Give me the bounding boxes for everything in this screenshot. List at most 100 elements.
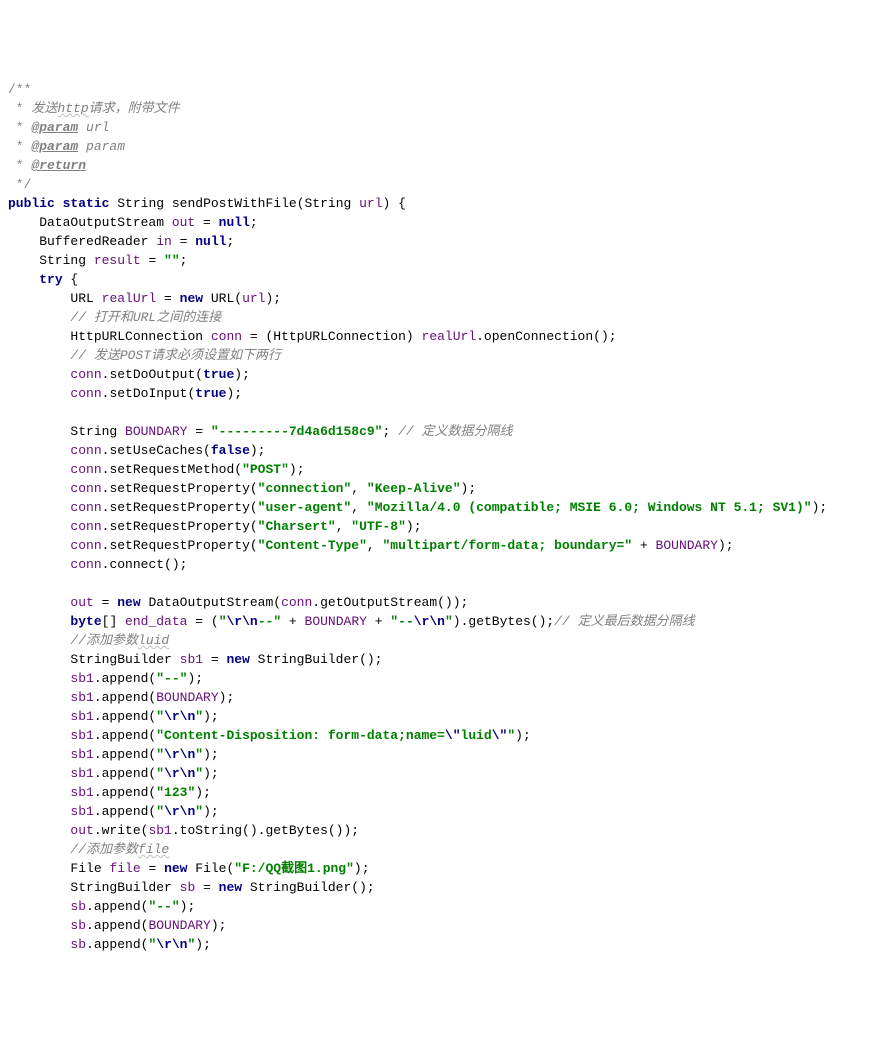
indent xyxy=(8,462,70,477)
var-sb1: sb1 xyxy=(148,823,171,838)
javadoc-star: * xyxy=(8,158,31,173)
javadoc-star: * xyxy=(8,120,31,135)
javadoc-star: * xyxy=(8,139,31,154)
var-sb1: sb1 xyxy=(70,766,93,781)
esc: \r\n xyxy=(164,747,195,762)
indent xyxy=(8,937,70,952)
str: "UTF-8" xyxy=(351,519,406,534)
var-conn: conn xyxy=(70,538,101,553)
str: "--" xyxy=(156,671,187,686)
call: .append( xyxy=(94,709,156,724)
close: ); xyxy=(203,766,219,781)
str: " xyxy=(507,728,515,743)
comma: , xyxy=(367,538,383,553)
var-out: out xyxy=(70,595,93,610)
call: .toString().getBytes()); xyxy=(172,823,359,838)
var-sb1: sb1 xyxy=(70,671,93,686)
indent xyxy=(8,519,70,534)
var-conn: conn xyxy=(70,500,101,515)
var-in: in xyxy=(156,234,172,249)
indent xyxy=(8,557,70,572)
plus: + xyxy=(281,614,304,629)
eq: = xyxy=(172,234,195,249)
sig-close: ) { xyxy=(383,196,406,211)
indent xyxy=(8,633,70,648)
kw-new: new xyxy=(117,595,140,610)
kw-null: null xyxy=(219,215,250,230)
str: " xyxy=(195,709,203,724)
var-boundary: BOUNDARY xyxy=(148,918,210,933)
type: StringBuilder xyxy=(70,880,179,895)
comment-post-two: // 发送POST请求必须设置如下两行 xyxy=(70,348,281,363)
comment-file-word: file xyxy=(138,842,169,857)
javadoc-star: * xyxy=(8,101,31,116)
str: "Content-Type" xyxy=(258,538,367,553)
close: ); xyxy=(234,367,250,382)
sig-open: (String xyxy=(297,196,359,211)
str: luid xyxy=(461,728,492,743)
call: .append( xyxy=(86,899,148,914)
semi: ; xyxy=(383,424,399,439)
call: .setRequestProperty( xyxy=(102,538,258,553)
close: ); xyxy=(211,918,227,933)
kw-new: new xyxy=(164,861,187,876)
indent xyxy=(8,690,70,705)
close: ); xyxy=(219,690,235,705)
indent xyxy=(8,785,70,800)
comment-boundary: // 定义数据分隔线 xyxy=(398,424,512,439)
call: .setRequestProperty( xyxy=(102,481,258,496)
var-sb1: sb1 xyxy=(70,747,93,762)
close: ); xyxy=(718,538,734,553)
str: " xyxy=(156,747,164,762)
kw-try: try xyxy=(39,272,62,287)
comment-luid: //添加参数 xyxy=(70,633,138,648)
var-sb1: sb1 xyxy=(70,690,93,705)
str-post: "POST" xyxy=(242,462,289,477)
str: " xyxy=(219,614,227,629)
var-sb1: sb1 xyxy=(180,652,203,667)
str: "--" xyxy=(148,899,179,914)
esc: \r\n xyxy=(414,614,445,629)
kw-true: true xyxy=(203,367,234,382)
javadoc-param-name: url xyxy=(78,120,109,135)
indent xyxy=(8,728,70,743)
var-out: out xyxy=(172,215,195,230)
empty-string: "" xyxy=(164,253,180,268)
indent xyxy=(8,329,70,344)
call: .append( xyxy=(94,766,156,781)
esc: \r\n xyxy=(227,614,258,629)
javadoc-http: http xyxy=(57,101,88,116)
call: .setUseCaches( xyxy=(102,443,211,458)
var-realurl: realUrl xyxy=(422,329,477,344)
kw-byte: byte xyxy=(70,614,101,629)
eq: = xyxy=(203,652,226,667)
indent xyxy=(8,614,70,629)
str: " xyxy=(156,766,164,781)
str: " xyxy=(156,709,164,724)
call: .append( xyxy=(94,747,156,762)
call: .setDoInput( xyxy=(102,386,196,401)
close: ); xyxy=(226,386,242,401)
close: ); xyxy=(265,291,281,306)
indent xyxy=(8,709,70,724)
var-conn: conn xyxy=(70,519,101,534)
indent xyxy=(8,842,70,857)
var-file: file xyxy=(109,861,140,876)
eq: = xyxy=(195,215,218,230)
var-sb: sb xyxy=(180,880,196,895)
ctor: URL( xyxy=(203,291,242,306)
var-conn: conn xyxy=(281,595,312,610)
var-sb1: sb1 xyxy=(70,709,93,724)
indent xyxy=(8,747,70,762)
kw-new: new xyxy=(219,880,242,895)
indent xyxy=(8,291,70,306)
comment-end-data: // 定义最后数据分隔线 xyxy=(554,614,694,629)
call: .setRequestProperty( xyxy=(102,519,258,534)
javadoc-param-tag: @param xyxy=(31,139,78,154)
type: StringBuilder xyxy=(70,652,179,667)
call: .append( xyxy=(94,785,156,800)
indent xyxy=(8,386,70,401)
str: " xyxy=(195,804,203,819)
eq: = xyxy=(156,291,179,306)
close: ); xyxy=(250,443,266,458)
